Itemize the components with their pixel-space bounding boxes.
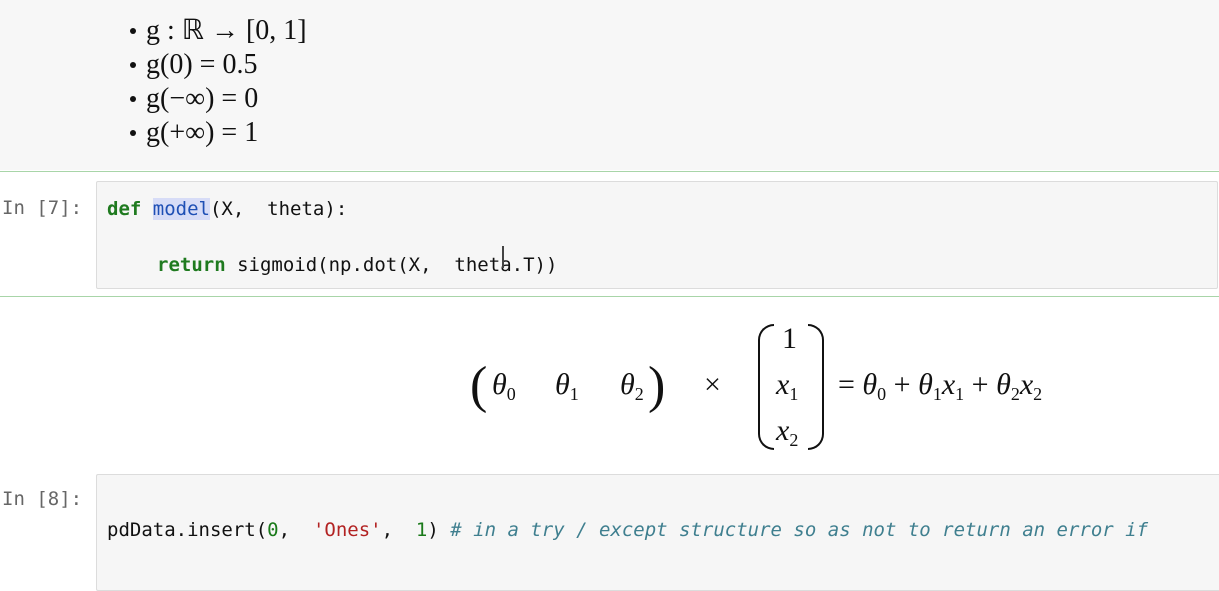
- code-comment: # in a try / except structure so as not …: [450, 519, 1149, 541]
- col-entry-x1: x1: [776, 368, 799, 404]
- equation-rhs: = θ0 + θ1x1 + θ2x2: [838, 368, 1043, 404]
- close-paren: ): [427, 519, 439, 541]
- cell-prompt: In [7]:: [2, 197, 83, 219]
- keyword-return: return: [157, 254, 226, 276]
- bullet-dot: [130, 96, 136, 102]
- list-item: g : ℝ → [0, 1]: [120, 14, 307, 48]
- left-paren: (: [470, 357, 488, 414]
- theta-0: θ0: [492, 368, 516, 404]
- cell-prompt: In [8]:: [2, 488, 83, 510]
- text-cursor-icon: [502, 246, 504, 268]
- matrix-equation: ( θ0 θ1 θ2 ) × 1 x1 x2 = θ0 + θ1x1 + θ2x…: [470, 318, 1110, 458]
- call-expression: pdData.insert(: [107, 519, 268, 541]
- separator: ,: [381, 519, 416, 541]
- bullet-dot: [130, 62, 136, 68]
- math-text: g(+∞) = 1: [146, 117, 259, 148]
- markdown-cell-sigmoid-properties[interactable]: g : ℝ → [0, 1] g(0) = 0.5 g(−∞) = 0 g(+∞…: [0, 0, 1219, 170]
- code-line-insert: pdData.insert(0, 'Ones', 1) # in a try /…: [107, 519, 1148, 541]
- right-paren: ): [648, 357, 666, 414]
- code-cell-8[interactable]: pdData.insert(0, 'Ones', 1) # in a try /…: [96, 474, 1219, 591]
- times-sign: ×: [704, 368, 721, 401]
- col-entry-x2: x2: [776, 414, 799, 450]
- col-entry-1: 1: [782, 322, 797, 355]
- list-item: g(−∞) = 0: [120, 82, 307, 116]
- theta-2: θ2: [620, 368, 644, 404]
- function-signature: (X, theta):: [209, 198, 348, 220]
- arg-string: 'Ones': [312, 519, 382, 541]
- cell-selection-border-bottom: [0, 296, 1219, 297]
- list-item: g(+∞) = 1: [120, 116, 307, 150]
- bullet-dot: [130, 130, 136, 136]
- function-name: model: [152, 198, 210, 220]
- math-text: g : ℝ → [0, 1]: [146, 15, 307, 46]
- separator: ,: [278, 519, 313, 541]
- code-line-def: def model(X, theta):: [107, 198, 347, 220]
- arg-number: 0: [267, 519, 279, 541]
- list-item: g(0) = 0.5: [120, 48, 307, 82]
- return-expression: sigmoid(np.dot(X, theta.T)): [237, 254, 558, 276]
- math-text: g(0) = 0.5: [146, 49, 258, 80]
- right-bracket: [808, 324, 824, 450]
- math-text: g(−∞) = 0: [146, 83, 259, 114]
- code-line-return: return sigmoid(np.dot(X, theta.T)): [157, 254, 557, 276]
- code-cell-7[interactable]: def model(X, theta): return sigmoid(np.d…: [96, 181, 1218, 289]
- arg-number: 1: [415, 519, 428, 541]
- theta-1: θ1: [555, 368, 579, 404]
- cell-selection-border-top: [0, 171, 1219, 172]
- left-bracket: [758, 324, 774, 450]
- property-list: g : ℝ → [0, 1] g(0) = 0.5 g(−∞) = 0 g(+∞…: [120, 14, 307, 150]
- keyword-def: def: [107, 198, 142, 220]
- bullet-dot: [130, 28, 136, 34]
